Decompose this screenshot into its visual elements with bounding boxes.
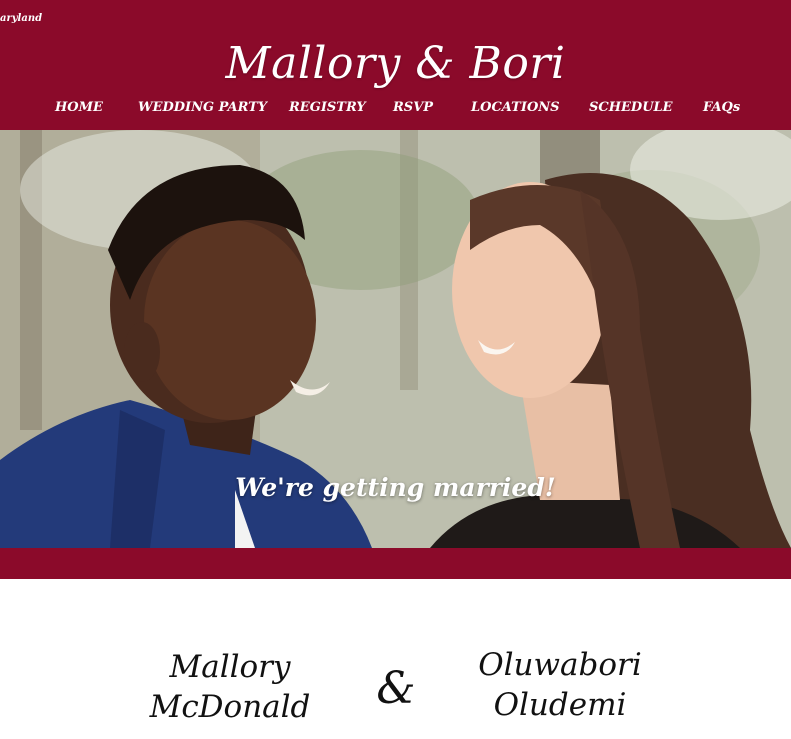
nav-item-locations[interactable]: LOCATIONS	[471, 98, 560, 118]
groom-name: Oluwabori Oludemi	[470, 645, 650, 725]
couple-names: Mallory McDonald & Oluwabori Oludemi	[0, 579, 791, 739]
location-text: aryland	[0, 13, 43, 24]
groom-last-name: Oludemi	[493, 687, 627, 723]
groom-first-name: Oluwabori	[478, 647, 642, 683]
site-header: aryland Mallory & Bori HOME WEDDING PART…	[0, 0, 791, 130]
nav-item-schedule[interactable]: SCHEDULE	[589, 98, 673, 118]
site-title[interactable]: Mallory & Bori	[0, 38, 791, 89]
nav-item-wedding-party[interactable]: WEDDING PARTY	[138, 98, 267, 118]
bride-last-name: McDonald	[149, 689, 311, 725]
bride-name: Mallory McDonald	[140, 647, 320, 727]
hero-caption: We're getting married!	[235, 473, 556, 502]
nav-item-faqs[interactable]: FAQs	[703, 98, 740, 118]
main-nav: HOME WEDDING PARTY REGISTRY RSVP LOCATIO…	[0, 98, 791, 118]
nav-item-home[interactable]: HOME	[55, 98, 103, 118]
nav-item-registry[interactable]: REGISTRY	[289, 98, 366, 118]
ampersand: &	[376, 663, 416, 714]
nav-item-rsvp[interactable]: RSVP	[393, 98, 433, 118]
bride-first-name: Mallory	[169, 649, 291, 685]
divider-band	[0, 548, 791, 579]
